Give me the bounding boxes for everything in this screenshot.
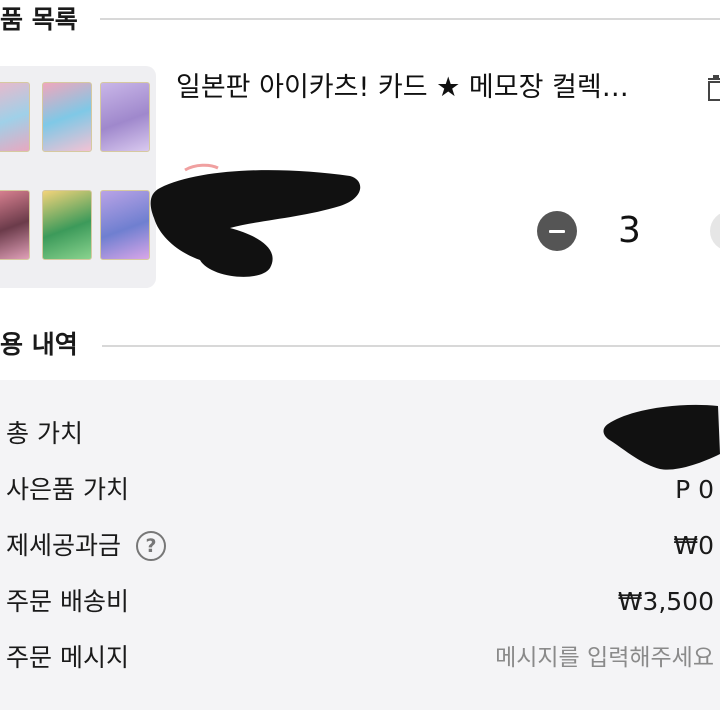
summary-value: ₩3,500 — [617, 587, 714, 616]
redaction-scribble — [603, 404, 720, 470]
summary-row-order-message[interactable]: 주문 메시지 메시지를 입력해주세요 — [0, 634, 720, 682]
product-title[interactable]: 일본판 아이카츠! 카드 ★ 메모장 컬렉… — [176, 68, 629, 108]
question-circle-icon[interactable]: ? — [136, 531, 166, 561]
summary-header: 용 내역 — [0, 325, 720, 365]
product-item: 일본판 아이카츠! 카드 ★ 메모장 컬렉… 3 — [0, 40, 720, 310]
divider — [102, 345, 720, 347]
trash-icon[interactable] — [706, 74, 720, 102]
card-image — [0, 190, 30, 260]
quantity-increase-button[interactable] — [710, 211, 720, 251]
summary-label: 사은품 가치 — [6, 475, 129, 504]
summary-row-taxes: 제세공과금 ? ₩0 — [0, 522, 720, 570]
order-summary: 총 가치 사은품 가치 P 0 제세공과금 ? ₩0 주문 배송비 ₩3,500… — [0, 380, 720, 710]
product-list-title: 품 목록 — [0, 5, 78, 34]
order-message-input[interactable]: 메시지를 입력해주세요 — [495, 634, 714, 682]
summary-label: 주문 배송비 — [6, 587, 129, 616]
quantity-value: 3 — [618, 210, 641, 251]
summary-label: 제세공과금 — [6, 531, 122, 560]
summary-row-shipping: 주문 배송비 ₩3,500 — [0, 578, 720, 626]
redaction-scribble — [150, 163, 361, 277]
summary-title: 용 내역 — [0, 330, 78, 359]
summary-row-gift-value: 사은품 가치 P 0 — [0, 466, 720, 514]
quantity-decrease-button[interactable] — [537, 211, 577, 251]
product-thumbnail[interactable] — [0, 66, 156, 288]
summary-label: 총 가치 — [6, 419, 83, 448]
card-image — [0, 82, 30, 152]
card-image — [42, 82, 92, 152]
summary-value: ₩0 — [673, 531, 714, 560]
card-image — [42, 190, 92, 260]
summary-label: 주문 메시지 — [6, 643, 129, 672]
summary-value: P 0 — [675, 475, 714, 504]
divider — [100, 18, 720, 20]
card-image — [100, 82, 150, 152]
product-list-header: 품 목록 — [0, 0, 720, 40]
